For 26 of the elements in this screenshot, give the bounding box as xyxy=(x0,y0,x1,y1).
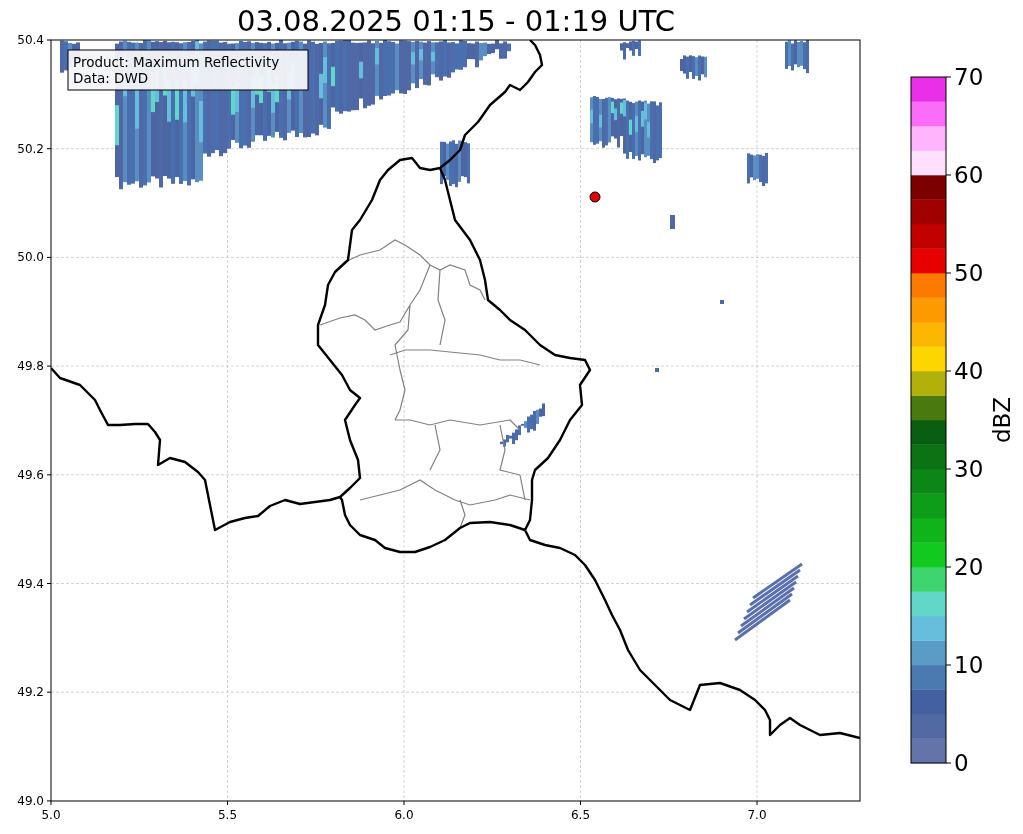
colorbar-tick-label: 40 xyxy=(954,358,984,384)
colorbar-tick-label: 60 xyxy=(954,162,984,188)
axis-tick-label: 5.5 xyxy=(217,808,238,822)
axis-tick-label: 49.4 xyxy=(17,576,44,591)
colorbar-tick-label: 20 xyxy=(954,554,984,580)
colorbar-tick-label: 50 xyxy=(954,260,984,286)
axis-tick-label: 5.0 xyxy=(41,808,61,822)
axis-tick-label: 7.0 xyxy=(747,808,767,822)
axis-tick-label: 50.0 xyxy=(17,250,44,265)
axis-tick-label: 49.0 xyxy=(17,793,44,808)
colorbar-tick-label: 30 xyxy=(954,456,984,482)
info-text: Data: DWD xyxy=(73,70,149,86)
location-marker xyxy=(589,191,601,203)
colorbar-tick-label: 70 xyxy=(954,64,984,90)
axis-tick-label: 6.0 xyxy=(394,808,414,822)
axis-tick-label: 50.4 xyxy=(17,33,44,47)
colorbar-tick-label: 0 xyxy=(954,750,969,776)
colorbar-label: dBZ xyxy=(989,396,1015,444)
axis-tick-label: 49.8 xyxy=(17,359,44,374)
axis-tick-label: 6.5 xyxy=(570,808,591,822)
chart-title: 03.08.2025 01:15 - 01:19 UTC xyxy=(237,4,675,38)
axis-tick-label: 49.6 xyxy=(17,467,44,482)
info-text: Product: Maximum Reflectivity xyxy=(73,54,280,70)
axis-tick-label: 50.2 xyxy=(17,141,44,156)
colorbar-tick-label: 10 xyxy=(954,652,984,678)
axis-tick-label: 49.2 xyxy=(17,685,44,700)
